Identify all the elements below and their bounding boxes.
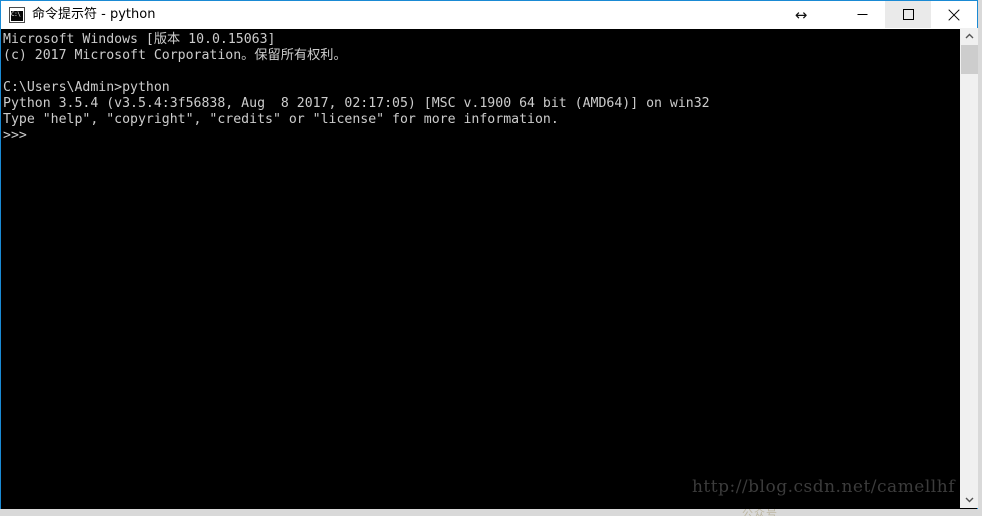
maximize-button[interactable] — [885, 1, 931, 28]
scrollbar-track[interactable] — [961, 74, 978, 491]
resize-cursor-icon: ↔ — [794, 6, 808, 24]
minimize-button[interactable] — [839, 1, 885, 28]
window-title: 命令提示符 - python — [32, 7, 156, 22]
command-prompt-window: C:\ 命令提示符 - python Microsoft Windows [版本… — [0, 0, 978, 509]
terminal-text: Microsoft Windows [版本 10.0.15063] (c) 20… — [3, 32, 710, 143]
scroll-up-arrow-icon[interactable] — [961, 28, 978, 45]
title-bar[interactable]: C:\ 命令提示符 - python — [1, 1, 977, 29]
console-icon: C:\ — [9, 6, 25, 23]
close-button[interactable] — [931, 1, 977, 28]
desktop-background: 公众号 C:\ 命令提示符 - python Microsoft Windows… — [0, 0, 982, 516]
scroll-down-arrow-icon[interactable] — [961, 491, 978, 508]
scrollbar-thumb[interactable] — [961, 45, 978, 74]
console-icon-label: C:\ — [11, 10, 21, 18]
watermark-url: http://blog.csdn.net/camellhf — [691, 477, 955, 497]
vertical-scrollbar[interactable] — [960, 28, 978, 508]
terminal-output-area[interactable]: Microsoft Windows [版本 10.0.15063] (c) 20… — [1, 29, 977, 509]
